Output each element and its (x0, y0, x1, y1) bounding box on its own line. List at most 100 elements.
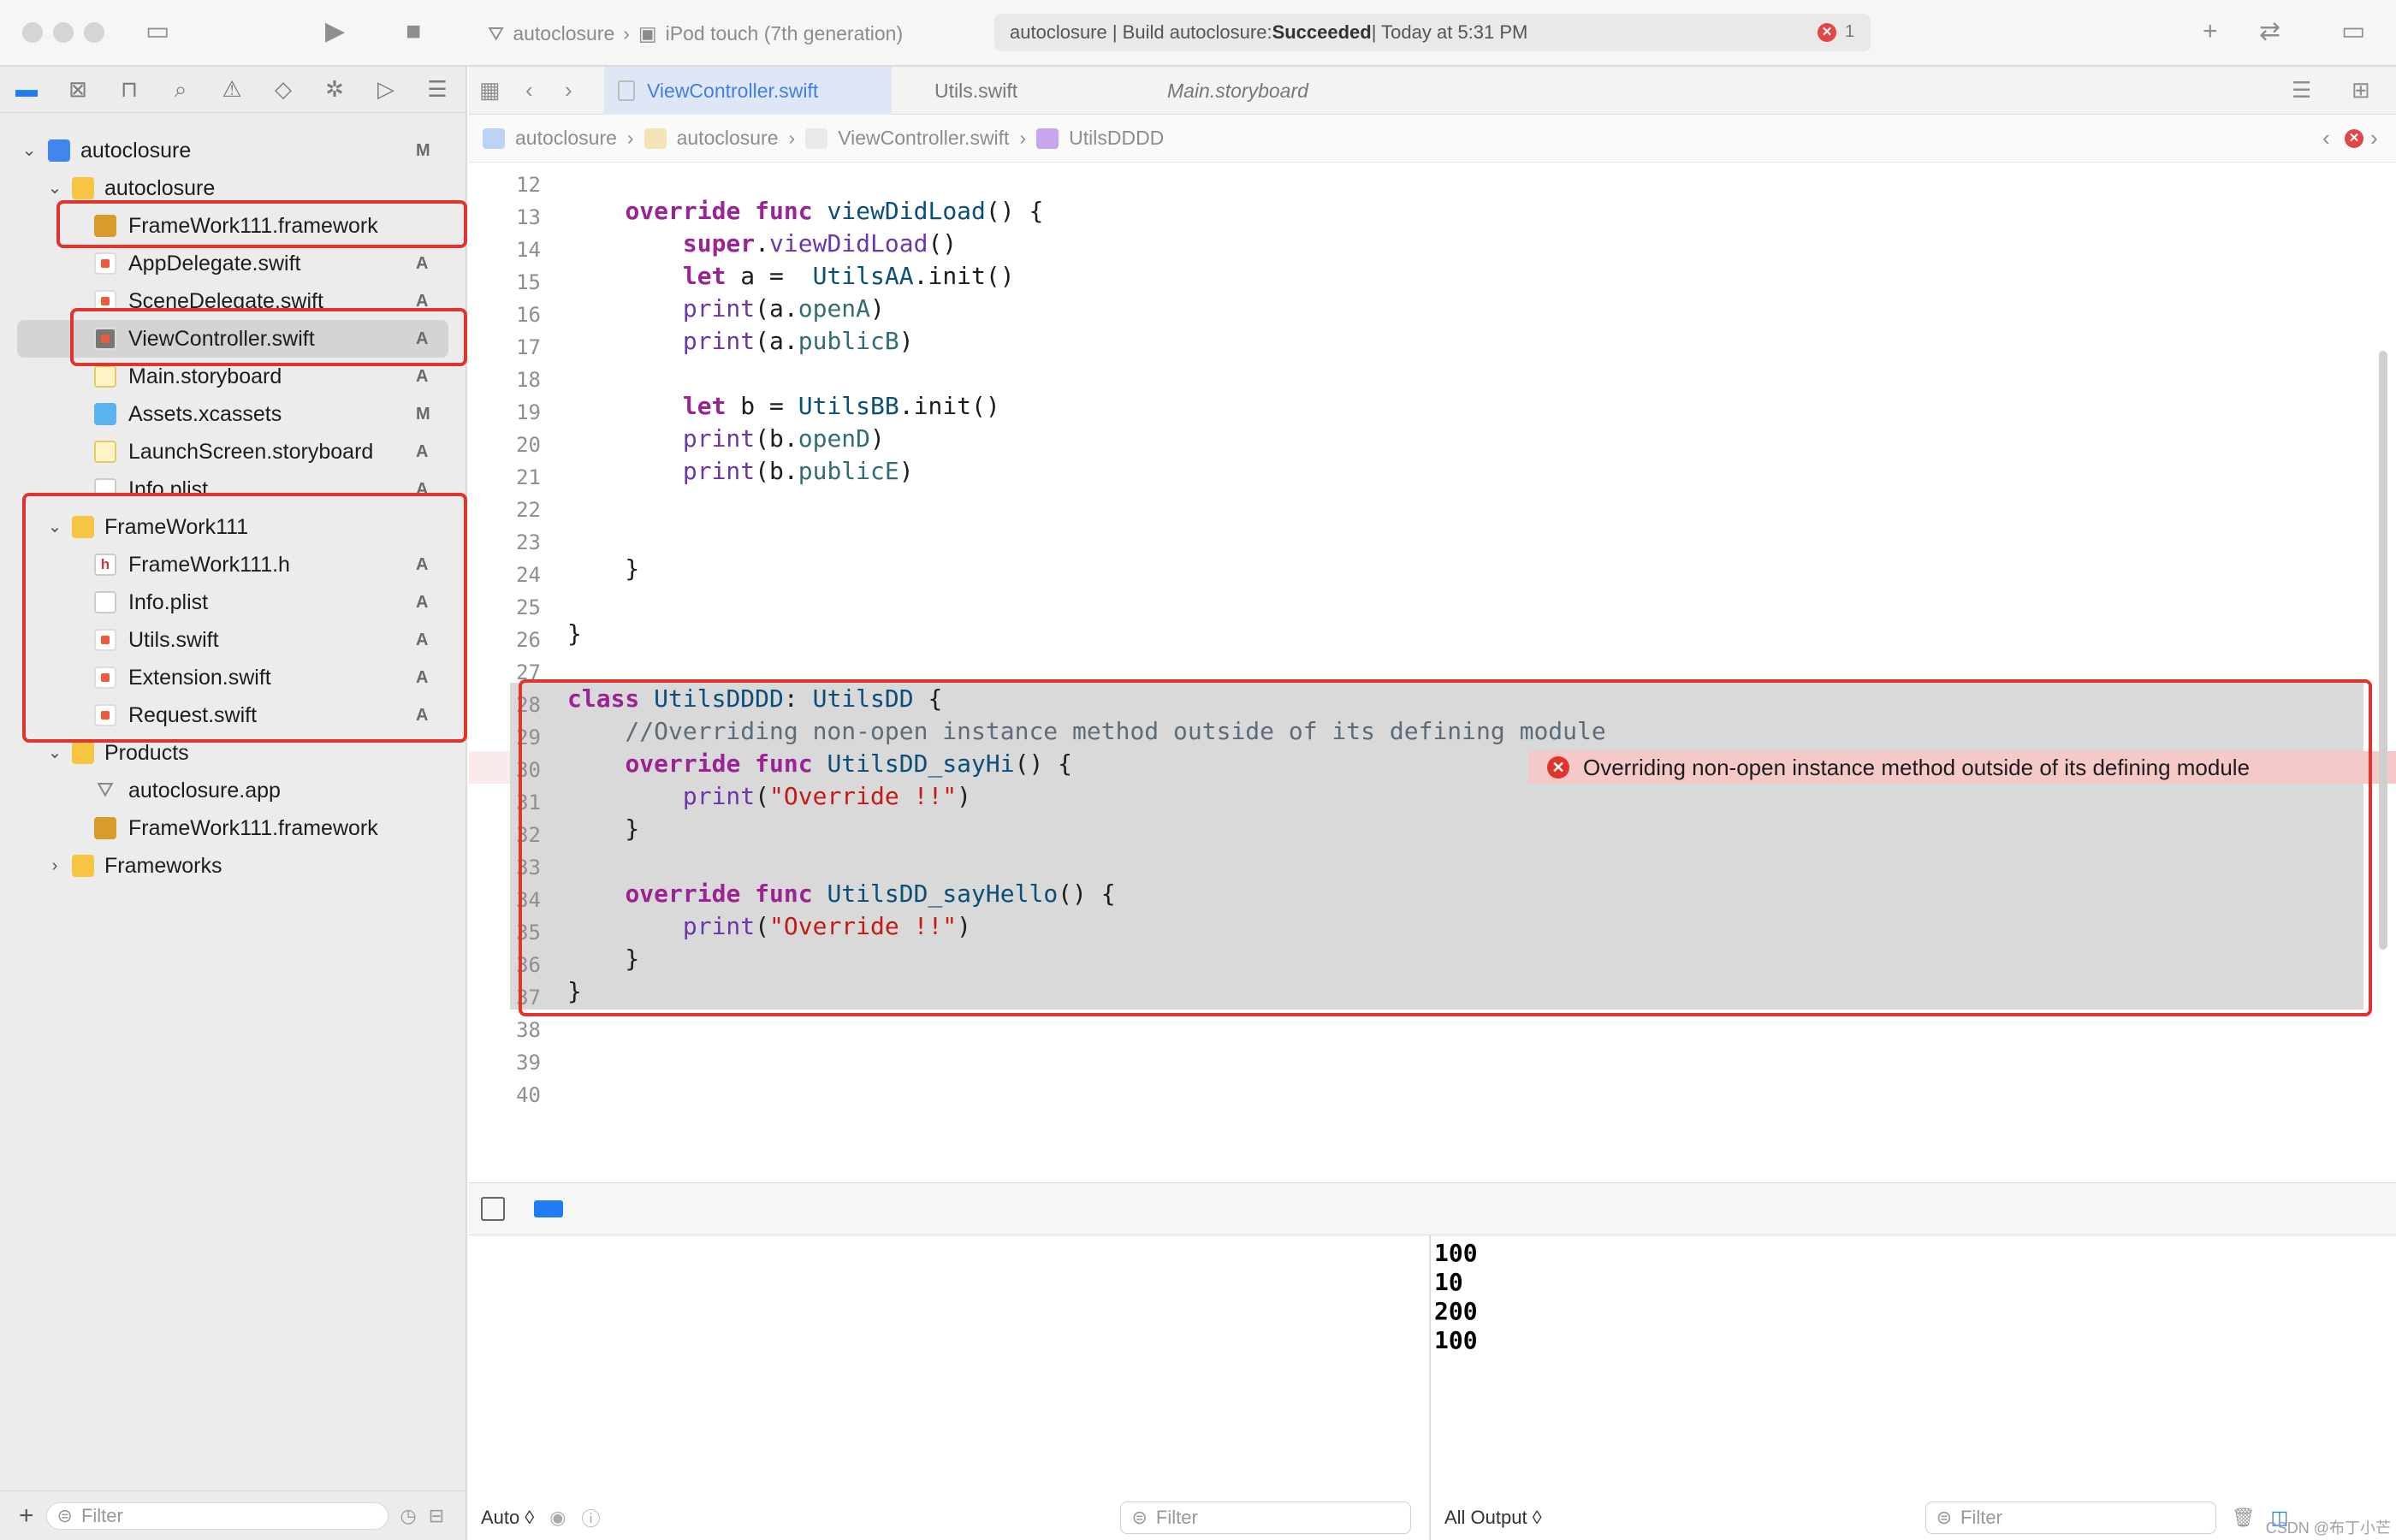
line-number: 12 (516, 173, 541, 197)
breadcrumb-item[interactable]: autoclosure (515, 127, 617, 150)
console-filter-field[interactable]: ⊜ Filter (1925, 1502, 2216, 1534)
search-icon[interactable]: ⌕ (168, 76, 193, 104)
variables-filter-field[interactable]: ⊜ Filter (1120, 1502, 1412, 1534)
editor-options-icon[interactable]: ☰ (2292, 77, 2311, 103)
symbol-icon[interactable]: ⊓ (116, 76, 142, 103)
chevron-right-icon[interactable]: › (44, 847, 65, 885)
stop-button-icon[interactable]: ■ (406, 19, 421, 44)
annotation-box (70, 308, 467, 366)
line-number: 19 (516, 400, 541, 424)
code-line: } (567, 554, 640, 583)
report-icon[interactable]: ☰ (424, 76, 450, 103)
tree-item-label: LaunchScreen.storyboard (128, 440, 374, 464)
close-window-button[interactable] (22, 22, 43, 43)
inspector-toggle-icon[interactable]: ▭ (2341, 19, 2365, 44)
hide-debug-area-icon[interactable] (481, 1197, 505, 1221)
breakpoint-icon[interactable]: ▷ (373, 76, 399, 103)
breadcrumb-item[interactable]: ViewController.swift (838, 127, 1009, 150)
folder-icon[interactable]: ▬ (14, 76, 39, 103)
test-icon[interactable]: ◇ (270, 76, 296, 103)
folder-icon (643, 127, 667, 149)
recent-files-icon[interactable]: ◷ (400, 1505, 417, 1527)
eye-icon[interactable]: ◉ (549, 1507, 566, 1529)
tree-item-file[interactable]: SceneDelegate.swift A (0, 282, 467, 308)
plist-icon (94, 478, 116, 493)
add-icon[interactable]: + (19, 1502, 34, 1531)
activity-prefix: autoclosure | Build autoclosure: (1010, 21, 1272, 43)
previous-issue-icon[interactable]: ‹ (2322, 125, 2330, 151)
scheme-selector[interactable]: ⛛ autoclosure › ▣ iPod touch (7th genera… (488, 19, 903, 48)
line-number: 20 (516, 433, 541, 457)
tab-label: Main.storyboard (1167, 80, 1308, 102)
activity-status: Succeeded (1272, 21, 1372, 43)
class-icon (1036, 127, 1059, 149)
tree-item-file[interactable]: FrameWork111.framework (0, 809, 467, 847)
add-icon[interactable]: + (2203, 19, 2218, 44)
filter-options-icon: ⊜ (56, 1504, 73, 1526)
tree-item-file[interactable]: AppDelegate.swift A (0, 245, 467, 282)
tree-item-label: Assets.xcassets (128, 402, 282, 426)
output-selector[interactable]: All Output ◊ (1444, 1507, 1542, 1529)
tree-item-label: Info.plist (128, 477, 209, 493)
info-icon[interactable]: ⓘ (581, 1504, 600, 1531)
chevron-right-icon: › (788, 127, 796, 149)
breakpoints-toggle-icon[interactable] (534, 1200, 563, 1217)
tree-item-label: FrameWork111.framework (128, 816, 378, 840)
code-line: let b = UtilsBB.init() (682, 392, 1000, 420)
asset-catalog-icon (94, 403, 116, 425)
swift-file-icon (905, 80, 922, 101)
line-number: 24 (516, 563, 541, 587)
debug-icon[interactable]: ✲ (322, 76, 347, 103)
variables-view (469, 1235, 1431, 1540)
breadcrumb-item[interactable]: UtilsDDDD (1069, 127, 1164, 150)
forward-icon[interactable]: › (565, 77, 572, 103)
sidebar-toggle-icon[interactable]: ▭ (145, 19, 169, 44)
debug-bar (469, 1182, 2396, 1235)
breadcrumb-item[interactable]: autoclosure (677, 127, 779, 150)
warning-icon[interactable]: ⚠ (219, 76, 245, 103)
project-navigator: ▬ ⊠ ⊓ ⌕ ⚠ ◇ ✲ ▷ ☰ ⌄ autoclosure M ⌄ auto… (0, 67, 467, 1540)
tab-viewcontroller[interactable]: ViewController.swift (604, 67, 892, 115)
back-icon[interactable]: ‹ (525, 77, 533, 103)
folder-icon (72, 177, 94, 199)
tree-item-file[interactable]: Assets.xcassets M (0, 395, 467, 433)
run-button-icon[interactable]: ▶ (325, 19, 345, 44)
tree-item-file[interactable]: LaunchScreen.storyboard A (0, 433, 467, 471)
tree-item-project[interactable]: ⌄ autoclosure M (0, 132, 467, 169)
editor-scrollbar[interactable] (2379, 351, 2387, 950)
next-issue-icon[interactable]: › (2370, 125, 2378, 151)
navigator-filter-bar: + ⊜ Filter ◷ ⊟ (0, 1490, 467, 1540)
split-editor-icon[interactable]: ⊞ (2352, 77, 2370, 103)
tab-utils[interactable]: Utils.swift (892, 67, 1087, 115)
grid-icon[interactable]: ▦ (479, 77, 501, 103)
tree-item-file[interactable]: ⛛ autoclosure.app (0, 772, 467, 809)
source-control-icon[interactable]: ⊠ (65, 76, 91, 103)
scheme-device-label: iPod touch (7th generation) (665, 21, 904, 44)
trash-icon[interactable]: 🗑 (2232, 1507, 2256, 1529)
line-number: 22 (516, 498, 541, 522)
source-control-filter-icon[interactable]: ⊟ (429, 1505, 444, 1527)
source-editor[interactable]: 12 13 14 15 16 17 18 19 20 21 22 23 24 2… (469, 163, 2396, 1182)
window-toolbar: ▭ ▶ ■ ⛛ autoclosure › ▣ iPod touch (7th … (0, 0, 2396, 67)
tab-main-storyboard[interactable]: Main.storyboard (1124, 67, 1347, 115)
jump-bar: autoclosure › autoclosure › ViewControll… (469, 115, 2396, 163)
status-badge: M (416, 141, 430, 160)
console-line: 10 (1434, 1268, 1463, 1296)
tree-item-label: SceneDelegate.swift (128, 289, 323, 308)
code-review-icon[interactable]: ⇄ (2259, 19, 2280, 44)
minimize-window-button[interactable] (53, 22, 74, 43)
zoom-window-button[interactable] (84, 22, 104, 43)
filter-placeholder: Filter (1155, 1507, 1198, 1528)
issue-error-icon[interactable]: ✕ (2345, 129, 2363, 148)
line-number: 14 (516, 238, 541, 262)
line-number: 13 (516, 205, 541, 229)
error-badge-icon[interactable]: ✕ (1818, 23, 1836, 42)
console-line: 100 (1434, 1326, 1478, 1354)
chevron-down-icon[interactable]: ⌄ (19, 132, 39, 169)
auto-selector[interactable]: Auto ◊ (481, 1507, 534, 1529)
line-number: 17 (516, 335, 541, 359)
tree-item-file[interactable]: Info.plist A (0, 471, 467, 493)
console-output[interactable]: 100 10 200 100 (1432, 1235, 2396, 1540)
tree-item-group[interactable]: › Frameworks (0, 847, 467, 885)
navigator-filter-field[interactable]: ⊜ Filter (45, 1502, 388, 1530)
